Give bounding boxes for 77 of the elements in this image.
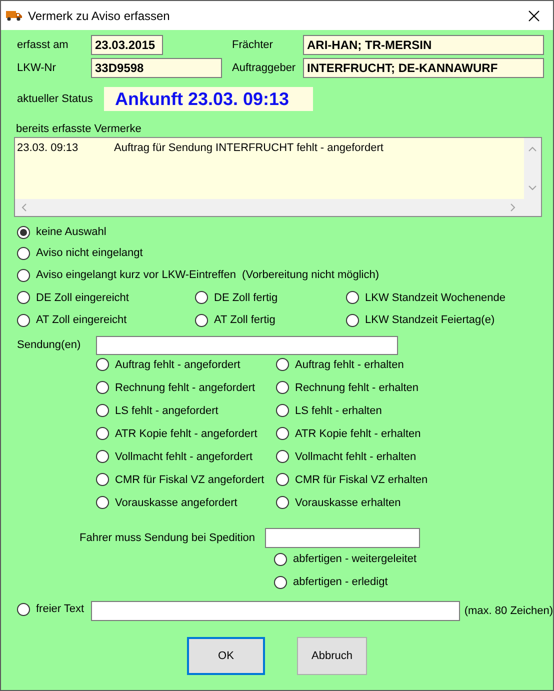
radio-button[interactable]	[17, 314, 30, 327]
radio-option[interactable]: AT Zoll fertig	[192, 314, 276, 327]
radio-button[interactable]	[276, 427, 289, 440]
radio-option[interactable]: freier Text	[14, 602, 84, 616]
radio-button[interactable]	[96, 496, 109, 510]
close-icon[interactable]	[528, 10, 540, 22]
radio-button[interactable]	[96, 404, 109, 418]
dialog-button[interactable]: Abbruch	[297, 636, 367, 675]
radio-button[interactable]	[274, 576, 287, 589]
radio-button[interactable]	[276, 473, 289, 486]
radio-option[interactable]: Vollmacht fehlt - erhalten	[273, 450, 416, 464]
radio-button[interactable]	[346, 291, 359, 304]
radio-button[interactable]	[276, 381, 289, 394]
radio-option[interactable]: LS fehlt - erhalten	[273, 404, 382, 418]
field-label: Sendung(en)	[16, 339, 82, 352]
radio-option[interactable]: Vollmacht fehlt - angefordert	[93, 450, 253, 464]
radio-button[interactable]	[17, 226, 30, 239]
value-field[interactable]: 23.03.2015	[91, 35, 163, 55]
hint-text: (max. 80 Zeichen)	[464, 604, 553, 617]
radio-button[interactable]	[17, 602, 30, 616]
radio-option[interactable]: CMR für Fiskal VZ angefordert	[93, 473, 264, 486]
forwarding-field[interactable]	[265, 528, 420, 548]
radio-option[interactable]: LKW Standzeit Wochenende	[343, 291, 506, 304]
window-title: Vermerk zu Aviso erfassen	[28, 8, 171, 22]
radio-button[interactable]	[96, 450, 109, 464]
radio-option[interactable]: Aviso eingelangt kurz vor LKW-Eintreffen (Vorbereitung nicht möglich)	[14, 268, 380, 282]
value-field[interactable]: INTERFRUCHT; DE-KANNAWURF	[303, 58, 544, 78]
field-label: Frächter	[232, 39, 274, 51]
radio-option[interactable]: LKW Standzeit Feiertag(e)	[343, 314, 495, 327]
dialog-button[interactable]: OK	[187, 636, 265, 675]
radio-option[interactable]: AT Zoll eingereicht	[14, 314, 127, 327]
radio-option[interactable]: DE Zoll fertig	[192, 291, 278, 304]
radio-option[interactable]: Aviso nicht eingelangt	[14, 246, 143, 260]
radio-option[interactable]: Auftrag fehlt - erhalten	[273, 358, 404, 372]
radio-button[interactable]	[195, 314, 208, 327]
radio-button[interactable]	[96, 358, 109, 372]
value-field[interactable]: ARI-HAN; TR-MERSIN	[303, 35, 544, 55]
field-label: erfasst am	[16, 39, 70, 51]
field-label: LKW-Nr	[16, 62, 57, 74]
status-value: Ankunft 23.03. 09:13	[104, 87, 313, 111]
note-time: 23.03. 09:13	[17, 142, 80, 154]
radio-option[interactable]: CMR für Fiskal VZ erhalten	[273, 473, 428, 486]
shipment-field[interactable]	[96, 336, 398, 355]
radio-button[interactable]	[96, 427, 109, 440]
value-field[interactable]: 33D9598	[91, 58, 222, 78]
notes-label: bereits erfasste Vermerke	[15, 123, 142, 135]
radio-button[interactable]	[274, 552, 287, 566]
status-label: aktueller Status	[16, 93, 94, 105]
radio-button[interactable]	[17, 291, 30, 304]
radio-option[interactable]: abfertigen - weitergeleitet	[271, 552, 417, 566]
radio-option[interactable]: LS fehlt - angefordert	[93, 404, 218, 418]
radio-button[interactable]	[346, 314, 359, 327]
radio-button[interactable]	[276, 404, 289, 418]
radio-button[interactable]	[195, 291, 208, 304]
radio-option[interactable]: ATR Kopie fehlt - erhalten	[273, 427, 421, 440]
field-label: Fahrer muss Sendung bei Spedition	[78, 532, 256, 544]
radio-option[interactable]: abfertigen - erledigt	[271, 576, 388, 589]
radio-button[interactable]	[96, 381, 109, 394]
radio-button[interactable]	[276, 450, 289, 464]
notes-list[interactable]: 23.03. 09:13 Auftrag für Sendung INTERFRUCHT fehlt - angefordert	[14, 137, 542, 217]
field-label: Auftraggeber	[232, 62, 297, 74]
radio-option[interactable]: Rechnung fehlt - erhalten	[273, 381, 419, 394]
truck-icon	[6, 10, 22, 21]
radio-button[interactable]	[96, 473, 109, 486]
radio-option[interactable]: ATR Kopie fehlt - angefordert	[93, 427, 258, 440]
radio-option[interactable]: DE Zoll eingereicht	[14, 291, 129, 304]
radio-option[interactable]: Rechnung fehlt - angefordert	[93, 381, 256, 394]
radio-button[interactable]	[276, 358, 289, 372]
radio-button[interactable]	[17, 246, 30, 260]
radio-button[interactable]	[17, 268, 30, 282]
free-text-field[interactable]	[90, 600, 460, 621]
radio-button[interactable]	[276, 496, 289, 510]
radio-option[interactable]: Vorauskasse erhalten	[273, 496, 401, 510]
radio-option[interactable]: Auftrag fehlt - angefordert	[93, 358, 240, 372]
radio-option[interactable]: keine Auswahl	[14, 226, 106, 239]
radio-option[interactable]: Vorauskasse angefordert	[93, 496, 238, 510]
note-text: Auftrag für Sendung INTERFRUCHT fehlt - angefordert	[114, 142, 384, 154]
